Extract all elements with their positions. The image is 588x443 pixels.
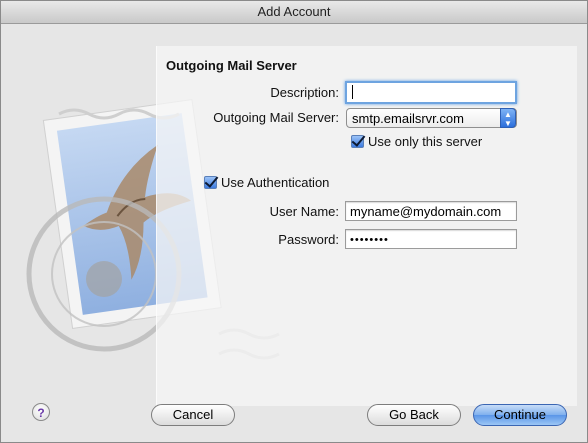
server-label: Outgoing Mail Server: (213, 110, 339, 125)
section-title: Outgoing Mail Server (166, 58, 297, 73)
chevron-updown-icon: ▲ ▼ (500, 108, 516, 128)
text-caret (352, 85, 353, 99)
username-field[interactable]: myname@mydomain.com (345, 201, 517, 221)
continue-button[interactable]: Continue (473, 404, 567, 426)
server-value: smtp.emailsrvr.com (352, 111, 464, 126)
window-content: Outgoing Mail Server Description: Outgoi… (1, 24, 587, 442)
use-authentication-checkbox[interactable]: Use Authentication (204, 175, 329, 190)
window-title: Add Account (1, 1, 587, 24)
checkmark-icon (351, 135, 364, 148)
password-label: Password: (278, 232, 339, 247)
password-field[interactable]: •••••••• (345, 229, 517, 249)
cancel-button[interactable]: Cancel (151, 404, 235, 426)
go-back-button[interactable]: Go Back (367, 404, 461, 426)
use-only-server-label: Use only this server (368, 134, 483, 149)
description-field[interactable] (345, 81, 517, 104)
use-authentication-label: Use Authentication (221, 175, 330, 190)
add-account-window: Add Account Outgoing Mail Server Descrip… (0, 0, 588, 443)
username-label: User Name: (269, 204, 339, 219)
description-label: Description: (270, 85, 339, 100)
help-icon[interactable]: ? (32, 403, 50, 421)
checkmark-icon (204, 176, 217, 189)
server-popup[interactable]: smtp.emailsrvr.com ▲ ▼ (346, 108, 517, 128)
use-only-server-checkbox[interactable]: Use only this server (351, 134, 482, 149)
